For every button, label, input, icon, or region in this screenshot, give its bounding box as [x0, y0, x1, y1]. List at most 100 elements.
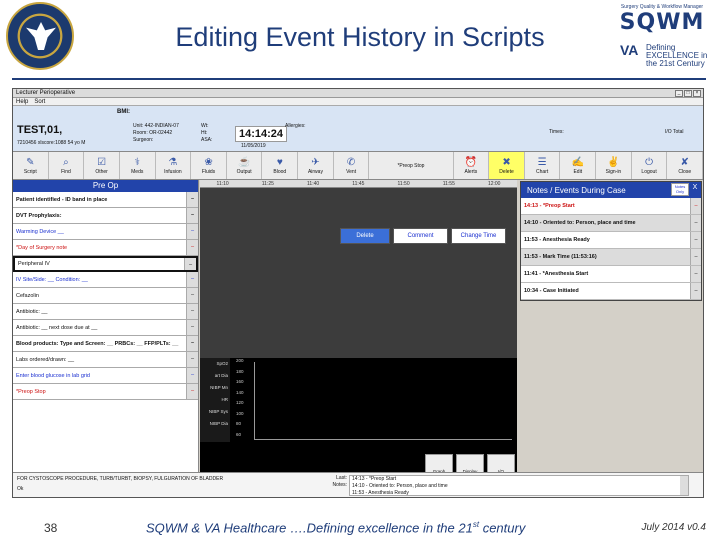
- toolbar-label: Delete: [499, 168, 514, 175]
- row-menu-button[interactable]: –: [186, 272, 198, 287]
- preop-item[interactable]: Antibiotic: __ next dose due at __ –: [13, 320, 198, 336]
- toolbar-label: Edit: [573, 168, 583, 175]
- toolbar-airway-button[interactable]: ✈ Airway: [298, 152, 334, 179]
- toolbar-alerts-button[interactable]: ⏰ Alerts: [454, 152, 490, 179]
- preop-item[interactable]: Patient identified - ID band in place –: [13, 192, 198, 208]
- toolbar-label: Sign-in: [605, 168, 622, 175]
- note-item[interactable]: 14:10 - Oriented to: Person, place and t…: [521, 215, 701, 232]
- preop-item[interactable]: IV Site/Side: __ Condition: __ –: [13, 272, 198, 288]
- change-time-button[interactable]: Change Time: [451, 228, 506, 244]
- minimize-icon[interactable]: _: [675, 90, 683, 97]
- toolbar-preop-stop-button[interactable]: *Preop Stop: [369, 152, 454, 179]
- menu-help[interactable]: Help: [16, 99, 28, 105]
- preop-item[interactable]: DVT Prophylaxis: –: [13, 208, 198, 224]
- preop-item-label: IV Site/Side: __ Condition: __: [16, 276, 88, 283]
- row-menu-button[interactable]: –: [186, 336, 198, 351]
- preop-item[interactable]: Cefazolin –: [13, 288, 198, 304]
- note-menu-button[interactable]: –: [690, 215, 701, 231]
- row-menu-button[interactable]: –: [186, 288, 198, 303]
- log-line: 14:13 - *Preop Start: [352, 476, 397, 482]
- row-menu-button[interactable]: –: [186, 384, 198, 399]
- note-menu-button[interactable]: –: [690, 249, 701, 265]
- toolbar-label: Chart: [536, 168, 549, 175]
- preop-item[interactable]: Labs ordered/drawn: __ –: [13, 352, 198, 368]
- toolbar-chart-button[interactable]: ☰ Chart: [525, 152, 561, 179]
- note-menu-button[interactable]: –: [690, 283, 701, 299]
- room-label: Room: OR-02442: [133, 130, 173, 136]
- note-item-label: 14:13 - *Preop Start: [524, 203, 575, 209]
- preop-item[interactable]: Blood products: Type and Screen: __ PRBC…: [13, 336, 198, 352]
- preop-item[interactable]: Antibiotic: __ –: [13, 304, 198, 320]
- preop-panel: Pre Op Patient identified - ID band in p…: [13, 180, 199, 486]
- vitals-graph: SpO2 art Dia NIBP Mn HR NIBP Sys NIBP Dia 200…: [200, 358, 546, 486]
- preop-item[interactable]: *Preop Stop –: [13, 384, 198, 400]
- main-area: Pre Op Patient identified - ID band in p…: [13, 180, 703, 486]
- preop-item-label: Antibiotic: __: [16, 308, 48, 315]
- vitals-y-axis: 200 180 160 140 120 100 80 60: [236, 358, 252, 442]
- toolbar-label: Airway: [307, 168, 323, 175]
- preop-item[interactable]: *Day of Surgery note –: [13, 240, 198, 256]
- preop-item[interactable]: Enter blood glucose in lab grid –: [13, 368, 198, 384]
- airway-icon: ✈: [311, 156, 320, 168]
- toolbar-find-button[interactable]: ⌕ Find: [49, 152, 85, 179]
- row-menu-button[interactable]: –: [186, 352, 198, 367]
- toolbar-edit-button[interactable]: ✍ Edit: [560, 152, 597, 179]
- preop-item[interactable]: Warming Device __ –: [13, 224, 198, 240]
- toolbar-label: Alerts: [464, 168, 478, 175]
- toolbar-label: Fluids: [201, 168, 216, 175]
- logout-icon: ⏻: [645, 156, 654, 168]
- toolbar-delete-button[interactable]: ✖ Delete: [489, 152, 525, 179]
- timeline-tick: 11:40: [307, 180, 320, 187]
- note-menu-button[interactable]: –: [690, 232, 701, 248]
- note-item[interactable]: 14:13 - *Preop Start –: [521, 198, 701, 215]
- row-menu-button[interactable]: –: [186, 304, 198, 319]
- row-menu-button[interactable]: –: [186, 240, 198, 255]
- toolbar-script-button[interactable]: ✎ Script: [13, 152, 49, 179]
- note-menu-button[interactable]: –: [690, 266, 701, 282]
- menubar: Help Sort: [13, 98, 703, 106]
- patient-name: TEST,01,: [17, 124, 63, 136]
- toolbar-label: Vent: [346, 168, 357, 175]
- row-menu-button[interactable]: –: [186, 224, 198, 239]
- delete-icon: ✖: [502, 156, 511, 168]
- note-item[interactable]: 10:34 - Case Initiated –: [521, 283, 701, 300]
- note-item[interactable]: 11:53 - Mark Time (11:53:16) –: [521, 249, 701, 266]
- row-menu-button[interactable]: –: [186, 208, 198, 223]
- row-menu-button[interactable]: –: [186, 320, 198, 335]
- note-menu-button[interactable]: –: [690, 198, 701, 214]
- height-label: Ht:: [201, 130, 208, 136]
- note-item-label: 11:53 - Anesthesia Ready: [524, 237, 590, 243]
- vitals-labels: SpO2 art Dia NIBP Mn HR NIBP Sys NIBP Dia: [200, 358, 230, 442]
- toolbar-logout-button[interactable]: ⏻ Logout: [632, 152, 668, 179]
- toolbar-infusion-button[interactable]: ⚗ Infusion: [156, 152, 192, 179]
- io-total-label: I/O Total: [665, 129, 684, 135]
- menu-sort[interactable]: Sort: [34, 99, 45, 105]
- note-item[interactable]: 11:53 - Anesthesia Ready –: [521, 232, 701, 249]
- close-icon[interactable]: ×: [693, 90, 701, 97]
- toolbar-close-button[interactable]: ✘ Close: [667, 152, 703, 179]
- notes-close-button[interactable]: X: [690, 184, 700, 195]
- patient-header: BMI: TEST,01, 7210456 xlscore:1088 54 yo…: [13, 106, 703, 152]
- row-menu-button[interactable]: –: [186, 368, 198, 383]
- log-scrollbar[interactable]: [680, 476, 688, 495]
- delete-button[interactable]: Delete: [340, 228, 390, 244]
- notes-only-button[interactable]: Notes Only: [671, 183, 689, 196]
- row-menu-button[interactable]: –: [186, 192, 198, 207]
- log-label-notes: Notes:: [332, 482, 347, 488]
- toolbar-sign-in-button[interactable]: ✌ Sign-in: [596, 152, 632, 179]
- row-menu-button[interactable]: –: [184, 258, 196, 270]
- toolbar-vent-button[interactable]: ✆ Vent: [334, 152, 370, 179]
- toolbar-meds-button[interactable]: ⚕ Meds: [120, 152, 156, 179]
- preop-item-label: Blood products: Type and Screen: __ PRBC…: [16, 340, 179, 347]
- toolbar-other-button[interactable]: ☑ Other: [84, 152, 120, 179]
- toolbar-blood-button[interactable]: ♥ Blood: [262, 152, 299, 179]
- preop-item[interactable]: Peripheral IV –: [13, 256, 198, 272]
- toolbar-output-button[interactable]: ☕ Output: [227, 152, 263, 179]
- note-item[interactable]: 11:41 - *Anesthesia Start –: [521, 266, 701, 283]
- maximize-icon[interactable]: □: [684, 90, 692, 97]
- footer-date: July 2014 v0.4: [641, 522, 707, 533]
- comment-button[interactable]: Comment: [393, 228, 448, 244]
- toolbar-fluids-button[interactable]: ❀ Fluids: [191, 152, 227, 179]
- other-icon: ☑: [97, 156, 107, 168]
- notes-events-panel: Notes / Events During Case Notes Only X …: [520, 181, 702, 301]
